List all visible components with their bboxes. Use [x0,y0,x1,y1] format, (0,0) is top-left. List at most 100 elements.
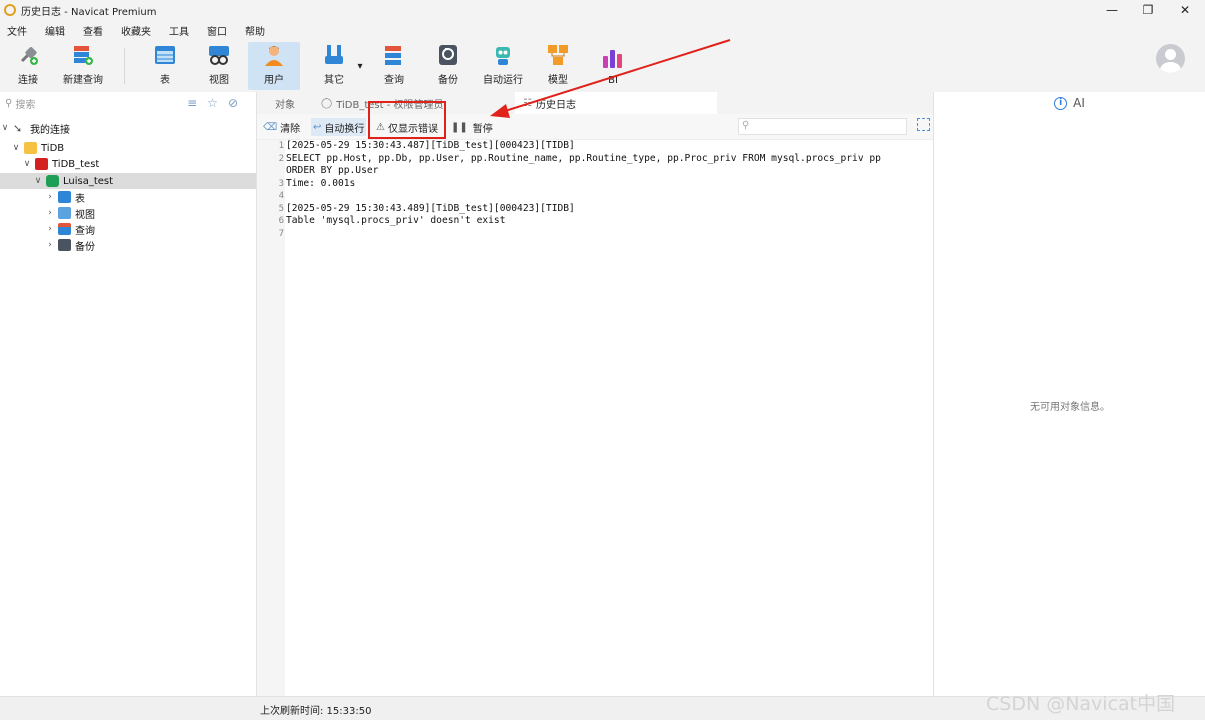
new-query-button[interactable]: 新建查询 [58,42,108,90]
menu-edit[interactable]: 编辑 [38,23,76,38]
user-avatar[interactable] [1156,44,1185,73]
log-line: Time: 0.001s [286,177,356,189]
last-refresh-time: 上次刷新时间: 15:33:50 [260,706,372,717]
tree-item-label: 视图 [75,209,95,221]
csdn-watermark: CSDN @Navicat中国 [986,693,1176,715]
trash-icon: ⌫ [263,121,278,133]
chevron-down-icon[interactable]: ∨ [22,159,32,169]
other-label: 其它 [324,75,344,86]
search-icon: ⚲ [742,120,750,131]
sidebar-search[interactable]: ⚲ 搜索 ≡ ☆ ⊘ [0,92,256,114]
backup-label: 备份 [438,75,458,86]
query-icon [58,223,71,235]
user-icon [262,43,286,67]
window-title: 历史日志 - Navicat Premium [21,6,157,18]
menu-view[interactable]: 查看 [76,23,114,38]
pause-icon: ❚❚ [451,121,468,133]
search-icon: ⚲ [5,97,13,109]
fullscreen-icon[interactable] [917,118,930,131]
chevron-down-icon[interactable]: ∨ [33,176,43,186]
backup-icon [436,43,460,67]
query-button[interactable]: 查询 [376,42,412,90]
backup-icon [58,239,71,251]
log-view[interactable]: 1 2 3 4 5 6 7 [2025-05-29 15:30:43.487][… [257,140,933,696]
clear-label: 清除 [280,123,301,135]
menu-tools[interactable]: 工具 [162,23,200,38]
line-number: 4 [278,191,284,201]
tree-item-label: 备份 [75,241,95,253]
info-icon[interactable]: i [1054,96,1068,110]
menu-help[interactable]: 帮助 [238,23,276,38]
tree-group-label: TiDB [41,142,65,154]
table-icon [58,191,71,203]
ai-label[interactable]: AI [1073,96,1085,110]
tree-item-queries[interactable]: › 查询 [0,221,256,237]
tree-root-my-connections[interactable]: ∨ ➘ 我的连接 [0,120,256,136]
chevron-down-icon[interactable]: ∨ [0,123,10,133]
menu-file[interactable]: 文件 [0,23,38,38]
sidebar-search-placeholder: 搜索 [15,99,36,111]
close-button[interactable]: ✕ [1167,0,1203,20]
chevron-right-icon[interactable]: › [45,224,55,234]
user-tab-icon: ◯ [321,97,333,109]
log-search-input[interactable]: ⚲ [738,118,907,135]
log-line: ORDER BY pp.User [286,165,379,176]
tree-item-backups[interactable]: › 备份 [0,237,256,253]
restore-button[interactable]: ❐ [1130,0,1166,20]
chevron-right-icon[interactable]: › [45,192,55,202]
line-number: 7 [278,228,284,239]
folder-icon [24,142,37,154]
log-line: [2025-05-29 15:30:43.487][TiDB_test][000… [286,140,575,151]
chevron-right-icon[interactable]: › [45,240,55,250]
tree-item-views[interactable]: › 视图 [0,205,256,221]
word-wrap-toggle[interactable]: ↩ 自动换行 [311,118,367,136]
star-icon[interactable]: ☆ [207,96,218,110]
tree-group-tidb[interactable]: ∨ TiDB [0,140,256,156]
minimize-button[interactable]: — [1094,0,1130,20]
line-number: 1 [278,141,284,151]
view-label: 视图 [209,75,229,86]
line-number: 2 [278,153,284,164]
query-label: 查询 [384,75,404,86]
tree-connection-tidb-test[interactable]: ∨ TiDB_test [0,156,256,172]
view-button[interactable]: 视图 [200,42,238,90]
connect-label: 连接 [18,75,38,86]
navicat-app-icon [4,4,16,16]
clear-button[interactable]: ⌫ 清除 [261,118,302,136]
line-number: 5 [278,203,284,214]
no-object-info-text: 无可用对象信息。 [1030,402,1110,413]
tree-database-luisa-test[interactable]: ∨ Luisa_test [0,173,256,189]
menu-window[interactable]: 窗口 [200,23,238,38]
chevron-right-icon[interactable]: › [45,208,55,218]
user-label: 用户 [264,75,284,86]
line-number: 6 [278,216,284,226]
view-icon [58,207,71,219]
collapse-icon[interactable]: ⊘ [228,96,238,110]
connection-plug-icon: ➘ [13,122,23,135]
tree-root-label: 我的连接 [30,124,70,136]
backup-button[interactable]: 备份 [430,42,466,90]
other-dropdown[interactable]: ▾ [354,42,366,90]
tidb-connection-icon [35,158,48,170]
tab-objects-label: 对象 [275,99,295,111]
other-button[interactable]: 其它 [314,42,354,90]
tree-connection-label: TiDB_test [52,158,100,170]
tab-objects[interactable]: 对象 [257,92,313,114]
tree-database-label: Luisa_test [63,175,114,187]
user-button[interactable]: 用户 [248,42,300,90]
word-wrap-icon: ↩ [313,121,322,133]
query-icon [382,43,406,67]
line-number: 3 [278,178,284,189]
log-line: [2025-05-29 15:30:43.489][TiDB_test][000… [286,202,575,214]
filter-icon[interactable]: ≡ [187,96,197,110]
database-icon [46,175,59,187]
tree-item-tables[interactable]: › 表 [0,189,256,205]
tools-icon [322,43,346,67]
menu-favorites[interactable]: 收藏夹 [114,23,162,38]
connect-button[interactable]: 连接 [8,42,48,90]
table-button[interactable]: 表 [146,42,184,90]
new-query-icon [71,43,95,67]
view-icon [207,43,231,67]
chevron-down-icon[interactable]: ∨ [11,143,21,153]
tree-item-label: 表 [75,193,85,205]
